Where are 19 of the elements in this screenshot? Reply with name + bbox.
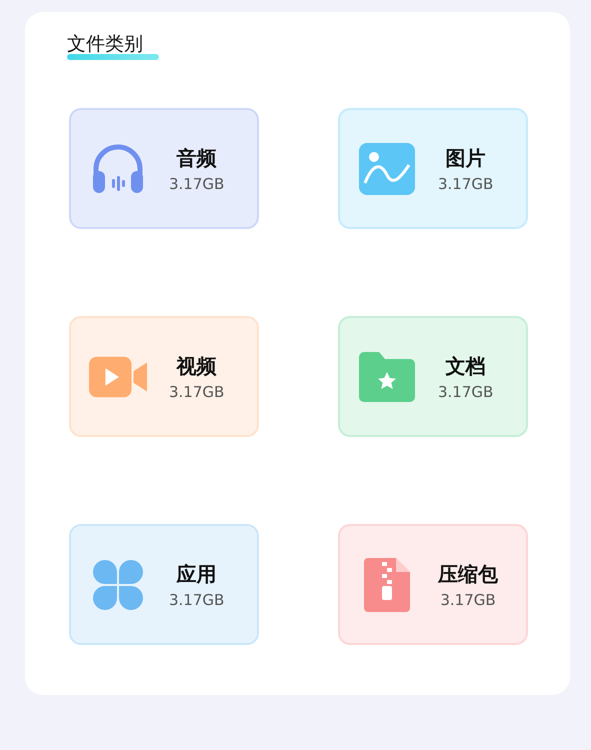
category-size: 3.17GB bbox=[438, 174, 494, 194]
category-name: 压缩包 bbox=[438, 560, 498, 588]
category-tile[interactable]: 图片 3.17GB bbox=[338, 108, 528, 229]
category-size: 3.17GB bbox=[169, 382, 224, 402]
category-name: 图片 bbox=[446, 144, 486, 172]
category-name: 音频 bbox=[176, 144, 217, 172]
category-name: 应用 bbox=[176, 560, 217, 588]
category-tile[interactable]: 视频 3.17GB bbox=[69, 316, 259, 437]
category-size: 3.17GB bbox=[440, 590, 496, 610]
category-tile[interactable]: 压缩包 3.17GB bbox=[338, 524, 528, 645]
section-title: 文件类别 bbox=[67, 34, 143, 54]
category-size: 3.17GB bbox=[169, 174, 224, 194]
category-tile[interactable]: 应用 3.17GB bbox=[69, 524, 259, 645]
category-name: 文档 bbox=[446, 352, 486, 380]
category-tile[interactable]: 文档 3.17GB bbox=[338, 316, 528, 437]
category-name: 视频 bbox=[176, 352, 217, 380]
category-size: 3.17GB bbox=[169, 590, 224, 610]
category-size: 3.17GB bbox=[438, 382, 494, 402]
category-tile[interactable]: 音频 3.17GB bbox=[69, 108, 259, 229]
